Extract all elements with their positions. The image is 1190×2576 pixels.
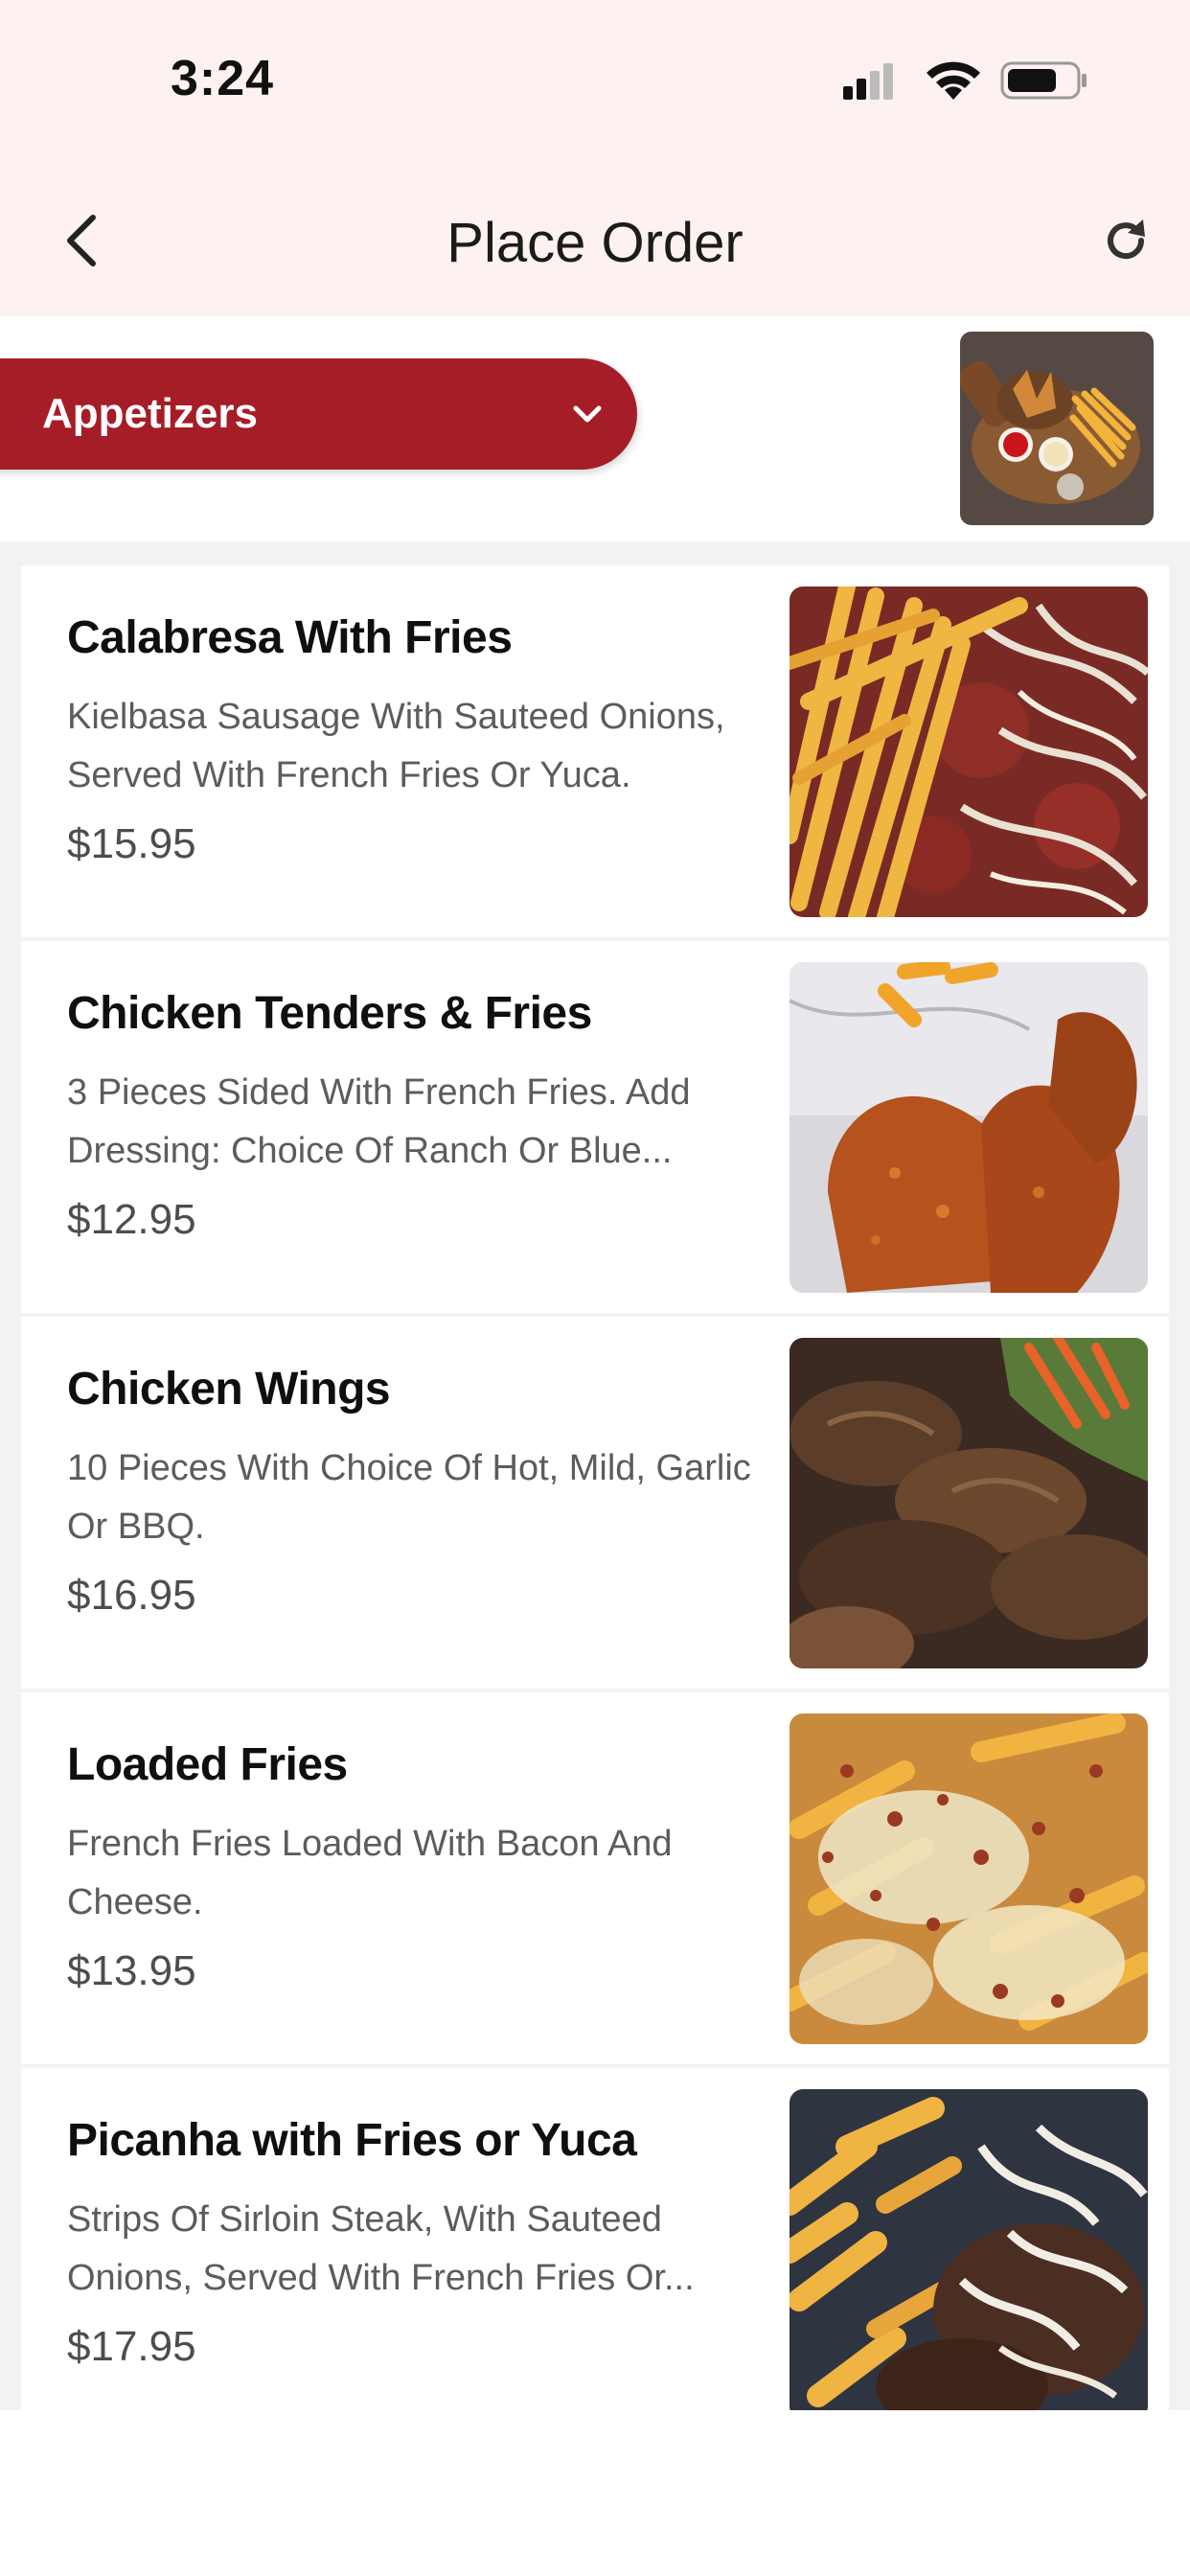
item-image	[790, 586, 1148, 917]
item-image	[790, 2089, 1148, 2410]
item-description: Kielbasa Sausage With Sauteed Onions, Se…	[67, 697, 725, 795]
status-bar: 3:24	[0, 0, 1190, 163]
menu-item-calabresa[interactable]: Calabresa With Fries Kielbasa Sausage Wi…	[21, 565, 1169, 937]
item-image	[790, 1714, 1148, 2044]
item-name: Picanha with Fries or Yuca	[67, 2115, 637, 2166]
signal-icon	[843, 63, 893, 100]
wifi-icon	[927, 61, 980, 100]
item-price: $12.95	[67, 1196, 196, 1243]
item-image	[790, 1338, 1148, 1668]
item-name: Loaded Fries	[67, 1739, 348, 1790]
refresh-icon	[1108, 219, 1145, 260]
nav-bar: Place Order	[0, 163, 1190, 316]
item-description: 10 Pieces With Choice Of Hot, Mild, Garl…	[67, 1448, 751, 1547]
item-image	[790, 962, 1148, 1293]
item-price: $13.95	[67, 1947, 196, 1994]
category-label: Appetizers	[42, 390, 258, 437]
item-name: Calabresa With Fries	[67, 612, 513, 663]
menu-list: Calabresa With Fries Kielbasa Sausage Wi…	[21, 565, 1169, 2410]
category-bar: Appetizers	[0, 316, 1190, 541]
item-description: French Fries Loaded With Bacon And Chees…	[67, 1824, 673, 1922]
menu-item-picanha[interactable]: Picanha with Fries or Yuca Strips Of Sir…	[21, 2068, 1169, 2410]
item-description: Strips Of Sirloin Steak, With Sauteed On…	[67, 2199, 695, 2298]
refresh-button[interactable]	[1092, 207, 1159, 274]
item-price: $15.95	[67, 820, 196, 867]
menu-item-loaded-fries[interactable]: Loaded Fries French Fries Loaded With Ba…	[21, 1692, 1169, 2064]
item-name: Chicken Wings	[67, 1364, 391, 1414]
menu-item-chicken-tenders[interactable]: Chicken Tenders & Fries 3 Pieces Sided W…	[21, 941, 1169, 1313]
page-title: Place Order	[446, 212, 744, 274]
item-price: $16.95	[67, 1572, 196, 1619]
category-image	[960, 332, 1154, 525]
category-dropdown[interactable]: Appetizers	[0, 358, 637, 470]
menu-item-chicken-wings[interactable]: Chicken Wings 10 Pieces With Choice Of H…	[21, 1317, 1169, 1689]
item-description: 3 Pieces Sided With French Fries. Add Dr…	[67, 1072, 691, 1171]
item-name: Chicken Tenders & Fries	[67, 988, 592, 1039]
status-time: 3:24	[171, 51, 275, 106]
chevron-down-icon	[573, 405, 602, 423]
bottom-area	[0, 2410, 1190, 2576]
item-price: $17.95	[67, 2323, 196, 2370]
battery-icon	[1000, 61, 1087, 100]
